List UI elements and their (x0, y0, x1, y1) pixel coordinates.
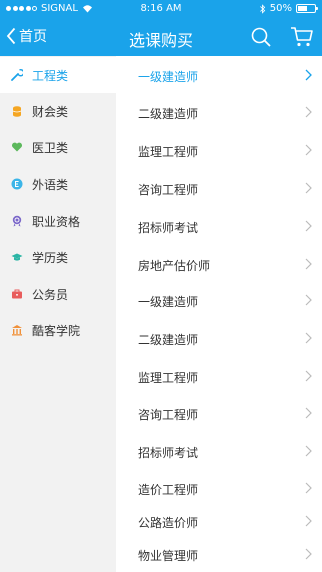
sidebar-item-label: 外语类 (32, 177, 69, 192)
sidebar-item-civil-service[interactable]: 公务员 (0, 276, 116, 312)
course-list: 一级建造师 二级建造师 监理工程师 咨询工程师 招标师考试 房地产估价师 一级建… (116, 56, 322, 572)
status-right: 50% (259, 3, 318, 14)
course-item-real-estate-appraiser[interactable]: 房地产估价师 (116, 249, 322, 279)
course-item-cost-engineer[interactable]: 造价工程师 (116, 473, 322, 503)
battery-icon (296, 4, 318, 13)
course-label: 二级建造师 (138, 107, 199, 121)
bluetooth-icon (259, 3, 265, 14)
course-item-consulting-engineer[interactable]: 咨询工程师 (116, 173, 322, 203)
course-item-first-class-constructor[interactable]: 一级建造师 (116, 60, 322, 90)
course-item-highway-cost-engineer[interactable]: 公路造价师 (116, 506, 322, 536)
course-label: 招标师考试 (138, 446, 199, 460)
building-icon (12, 325, 22, 336)
sidebar-item-accounting[interactable]: 财会类 (0, 93, 116, 129)
course-item-second-class-constructor[interactable]: 二级建造师 (116, 97, 322, 127)
course-item-supervision-engineer[interactable]: 监理工程师 (116, 135, 322, 165)
chevron-right-icon (305, 548, 312, 560)
course-item-supervision-engineer-2[interactable]: 监理工程师 (116, 361, 322, 391)
sidebar-item-kuke-academy[interactable]: 酷客学院 (0, 312, 116, 348)
chevron-right-icon (305, 482, 312, 494)
shopping-cart-icon[interactable] (290, 26, 314, 48)
course-item-bidding-exam-2[interactable]: 招标师考试 (116, 436, 322, 466)
course-label: 监理工程师 (138, 145, 199, 159)
chevron-right-icon (305, 515, 312, 527)
course-item-bidding-exam[interactable]: 招标师考试 (116, 211, 322, 241)
coins-icon (12, 106, 22, 117)
chevron-right-icon (305, 258, 312, 270)
chevron-right-icon (305, 294, 312, 306)
chevron-right-icon (305, 445, 312, 457)
chevron-right-icon (305, 69, 312, 81)
course-label: 一级建造师 (138, 295, 199, 309)
chevron-right-icon (305, 144, 312, 156)
course-item-property-manager[interactable]: 物业管理师 (116, 539, 322, 569)
sidebar-item-education[interactable]: 学历类 (0, 239, 116, 275)
chevron-right-icon (305, 370, 312, 382)
back-label: 首页 (19, 29, 47, 45)
course-label: 监理工程师 (138, 371, 199, 385)
course-label: 造价工程师 (138, 483, 199, 497)
search-icon[interactable] (250, 26, 272, 48)
course-item-second-class-constructor-2[interactable]: 二级建造师 (116, 323, 322, 353)
course-label: 二级建造师 (138, 333, 199, 347)
chevron-right-icon (305, 106, 312, 118)
course-label: 一级建造师 (138, 70, 199, 84)
navigation-bar: 首页 选课购买 (0, 18, 322, 56)
briefcase-icon (12, 289, 22, 299)
chevron-right-icon (305, 220, 312, 232)
sidebar-item-engineering[interactable]: 工程类 (0, 57, 116, 93)
status-bar: SIGNAL 8:16 AM 50% (0, 0, 322, 18)
sidebar-item-language[interactable]: 外语类 (0, 166, 116, 202)
sidebar-item-qualification[interactable]: 职业资格 (0, 203, 116, 239)
chevron-left-icon (6, 27, 16, 45)
heart-icon (11, 142, 23, 152)
chevron-right-icon (305, 332, 312, 344)
chevron-right-icon (305, 407, 312, 419)
badge-icon (12, 215, 22, 227)
sidebar-item-label: 酷客学院 (32, 323, 81, 338)
category-sidebar: 工程类 财会类 医卫类 外语类 职业资格 学历类 公务员 酷客学院 (0, 56, 116, 572)
sidebar-item-label: 学历类 (32, 250, 69, 265)
wrench-icon (11, 69, 23, 81)
letter-e-icon (11, 178, 23, 190)
sidebar-item-label: 职业资格 (32, 214, 81, 229)
sidebar-item-label: 医卫类 (32, 140, 69, 155)
course-label: 公路造价师 (138, 516, 199, 530)
course-label: 物业管理师 (138, 549, 199, 563)
back-button[interactable]: 首页 (6, 26, 47, 46)
sidebar-item-label: 公务员 (32, 287, 69, 302)
course-label: 咨询工程师 (138, 408, 199, 422)
course-label: 房地产估价师 (138, 259, 211, 273)
page-title: 选课购买 (128, 31, 193, 50)
course-label: 招标师考试 (138, 221, 199, 235)
course-item-consulting-engineer-2[interactable]: 咨询工程师 (116, 398, 322, 428)
course-item-first-class-constructor-2[interactable]: 一级建造师 (116, 285, 322, 315)
chevron-right-icon (305, 182, 312, 194)
course-label: 咨询工程师 (138, 183, 199, 197)
sidebar-item-medical[interactable]: 医卫类 (0, 129, 116, 165)
graduation-cap-icon (11, 253, 23, 261)
sidebar-item-label: 财会类 (32, 104, 69, 119)
battery-percent: 50% (269, 3, 292, 14)
sidebar-item-label: 工程类 (32, 68, 69, 83)
